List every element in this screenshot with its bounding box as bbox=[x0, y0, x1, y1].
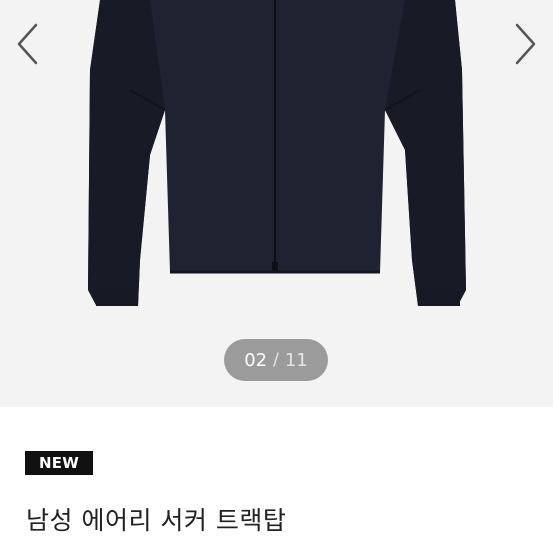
total-image-count: 11 bbox=[284, 349, 308, 371]
new-badge: NEW bbox=[25, 451, 93, 475]
chevron-left-icon bbox=[17, 23, 38, 65]
previous-image-button[interactable] bbox=[10, 18, 46, 70]
chevron-right-icon bbox=[515, 23, 536, 65]
image-counter: 02 / 11 bbox=[224, 339, 328, 381]
counter-separator: / bbox=[273, 350, 279, 370]
product-image-gallery[interactable]: 02 / 11 bbox=[0, 0, 553, 407]
product-title: 남성 에어리 서커 트랙탑 bbox=[26, 506, 287, 535]
next-image-button[interactable] bbox=[507, 18, 543, 70]
current-image-index: 02 bbox=[244, 349, 268, 371]
